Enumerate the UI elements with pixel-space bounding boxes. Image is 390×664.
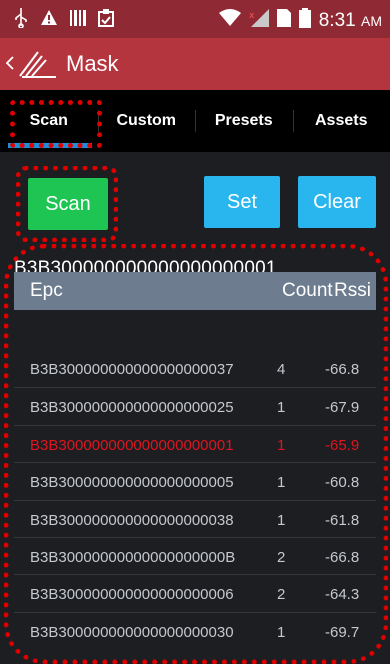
tab-label: Assets — [315, 112, 367, 130]
status-bar: x 8:31 AM — [0, 0, 390, 38]
sim-icon — [277, 9, 291, 32]
set-button[interactable]: Set — [204, 176, 280, 228]
clock-time: 8:31 — [319, 10, 356, 31]
tab-label: Presets — [215, 112, 273, 130]
tab-assets[interactable]: Assets — [293, 90, 390, 152]
usb-icon — [14, 8, 28, 33]
clear-button[interactable]: Clear — [298, 176, 376, 228]
tab-custom[interactable]: Custom — [98, 90, 196, 152]
annotation-scan-tab — [10, 100, 102, 148]
app-logo-icon[interactable] — [16, 48, 60, 85]
clock-ampm: AM — [361, 13, 382, 29]
barcode-icon — [70, 10, 86, 31]
warning-icon — [40, 9, 58, 32]
signal-icon: x — [249, 9, 269, 32]
back-chevron-icon[interactable] — [6, 54, 14, 75]
app-bar: Mask — [0, 38, 390, 90]
tab-presets[interactable]: Presets — [195, 90, 293, 152]
clipboard-icon — [98, 9, 114, 32]
tab-label: Custom — [116, 112, 176, 130]
annotation-scan-button — [16, 166, 118, 242]
annotation-tag-list — [4, 244, 388, 664]
battery-icon — [299, 8, 311, 33]
wifi-icon — [219, 9, 241, 32]
app-title: Mask — [66, 51, 119, 77]
clock: 8:31 AM — [319, 10, 382, 32]
svg-text:x: x — [249, 11, 255, 21]
